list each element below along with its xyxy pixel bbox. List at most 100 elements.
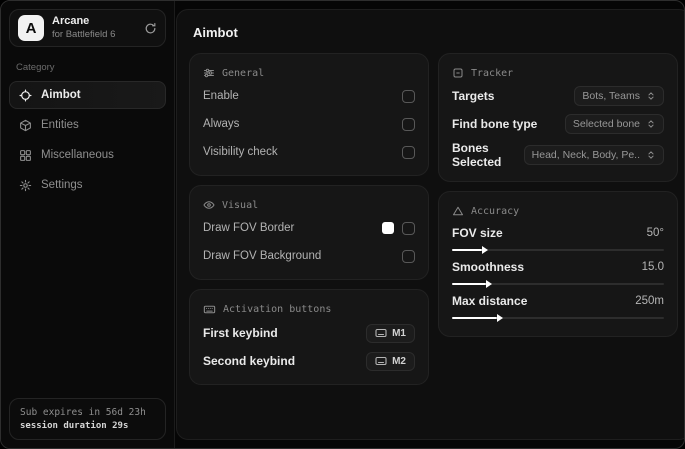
setting-label: Visibility check xyxy=(203,146,278,158)
keyboard-icon xyxy=(375,328,387,338)
activation-card-header: Activation buttons xyxy=(203,303,415,316)
right-column: Tracker Targets Bots, Teams Find bone ty… xyxy=(438,53,678,385)
slider-label: FOV size xyxy=(452,226,503,240)
sidebar-item-miscellaneous[interactable]: Miscellaneous xyxy=(9,141,166,169)
slider-label: Smoothness xyxy=(452,260,525,274)
setting-row-always: Always xyxy=(203,113,415,135)
tracker-card: Tracker Targets Bots, Teams Find bone ty… xyxy=(438,53,678,182)
triangle-icon xyxy=(452,205,464,217)
sidebar-nav: Aimbot Entities Miscellaneous Settings xyxy=(9,81,166,199)
sidebar: A Arcane for Battlefield 6 Category Aimb… xyxy=(1,1,175,448)
fov-border-color-swatch[interactable] xyxy=(382,222,394,234)
visibility-check-checkbox[interactable] xyxy=(402,145,415,159)
draw-fov-background-checkbox[interactable] xyxy=(402,249,415,263)
keybind-label: Second keybind xyxy=(203,354,296,368)
slider-fill xyxy=(452,314,502,322)
sidebar-item-entities[interactable]: Entities xyxy=(9,111,166,139)
keybind-value: M2 xyxy=(392,355,406,367)
sidebar-item-label: Miscellaneous xyxy=(41,149,114,161)
select-value: Selected bone xyxy=(572,118,640,130)
select-value: Head, Neck, Body, Pe.. xyxy=(531,149,640,161)
bones-selected-select[interactable]: Head, Neck, Body, Pe.. xyxy=(523,145,664,165)
subscription-status-card: Sub expires in 56d 23h session duration … xyxy=(9,398,166,440)
left-column: General Enable Always Visibility check V… xyxy=(189,53,429,385)
setting-label: Draw FOV Background xyxy=(203,250,322,262)
content-columns: General Enable Always Visibility check V… xyxy=(189,53,678,385)
app-logo: A xyxy=(18,15,44,41)
keybind-label: First keybind xyxy=(203,326,278,340)
always-checkbox[interactable] xyxy=(402,117,415,131)
category-label: Category xyxy=(16,62,55,73)
setting-label: Enable xyxy=(203,90,239,102)
page-title: Aimbot xyxy=(193,25,238,40)
targets-select[interactable]: Bots, Teams xyxy=(574,86,664,106)
app-window: A Arcane for Battlefield 6 Category Aimb… xyxy=(0,0,685,449)
fov-size-slider[interactable] xyxy=(452,246,664,254)
keyboard-icon xyxy=(375,356,387,366)
chevron-up-down-icon xyxy=(646,119,656,129)
sidebar-item-label: Settings xyxy=(41,179,83,191)
card-title: Tracker xyxy=(471,67,514,79)
visual-card: Visual Draw FOV Border Draw FOV Backgrou… xyxy=(189,185,429,280)
setting-row-draw-fov-border: Draw FOV Border xyxy=(203,217,415,239)
main-panel: Aimbot General Enable Always Visibility … xyxy=(176,9,684,440)
app-subtitle: for Battlefield 6 xyxy=(52,28,116,40)
card-title: Accuracy xyxy=(471,205,520,217)
draw-fov-border-checkbox[interactable] xyxy=(402,221,415,235)
cube-icon xyxy=(19,119,32,132)
tracker-row-targets: Targets Bots, Teams xyxy=(452,85,664,107)
slider-group-smoothness: Smoothness 15.0 xyxy=(452,260,664,288)
keyboard-icon xyxy=(203,303,216,316)
main-area: Aimbot General Enable Always Visibility … xyxy=(175,1,684,448)
find-bone-type-select[interactable]: Selected bone xyxy=(564,114,664,134)
crosshair-icon xyxy=(19,88,32,102)
app-logo-card: A Arcane for Battlefield 6 xyxy=(9,9,166,47)
slider-value: 50° xyxy=(646,227,664,239)
chevron-up-down-icon xyxy=(646,150,656,160)
keybind-value: M1 xyxy=(392,327,406,339)
select-value: Bots, Teams xyxy=(582,90,640,102)
slider-group-max-distance: Max distance 250m xyxy=(452,294,664,322)
accuracy-card: Accuracy FOV size 50° Smoothness 15.0 Ma… xyxy=(438,191,678,337)
smoothness-slider[interactable] xyxy=(452,280,664,288)
sliders-icon xyxy=(203,67,215,79)
setting-label: Always xyxy=(203,118,240,130)
keybind-row-second: Second keybind M2 xyxy=(203,350,415,372)
tracker-label: Bones Selected xyxy=(452,141,502,169)
sidebar-item-label: Aimbot xyxy=(41,89,81,101)
slider-fill xyxy=(452,246,488,254)
setting-row-draw-fov-background: Draw FOV Background xyxy=(203,245,415,267)
sidebar-item-settings[interactable]: Settings xyxy=(9,171,166,199)
card-title: Activation buttons xyxy=(223,304,332,315)
first-keybind-button[interactable]: M1 xyxy=(366,323,415,343)
gear-icon xyxy=(19,179,32,192)
general-card: General Enable Always Visibility check xyxy=(189,53,429,176)
slider-value: 15.0 xyxy=(641,261,664,273)
keybind-row-first: First keybind M1 xyxy=(203,322,415,344)
card-title: General xyxy=(222,67,265,79)
tracker-label: Targets xyxy=(452,89,495,103)
visual-card-header: Visual xyxy=(203,199,415,211)
app-title: Arcane xyxy=(52,15,90,28)
sidebar-item-label: Entities xyxy=(41,119,79,131)
eye-icon xyxy=(203,199,215,211)
second-keybind-button[interactable]: M2 xyxy=(366,351,415,371)
sync-icon[interactable] xyxy=(144,22,157,35)
slider-label: Max distance xyxy=(452,294,528,308)
tracker-row-find-bone-type: Find bone type Selected bone xyxy=(452,113,664,135)
setting-row-visibility-check: Visibility check xyxy=(203,141,415,163)
max-distance-slider[interactable] xyxy=(452,314,664,322)
enable-checkbox[interactable] xyxy=(402,89,415,103)
card-title: Visual xyxy=(222,199,259,211)
tracker-row-bones-selected: Bones Selected Head, Neck, Body, Pe.. xyxy=(452,141,664,169)
accuracy-card-header: Accuracy xyxy=(452,205,664,217)
session-duration-text: session duration 29s xyxy=(20,421,129,431)
general-card-header: General xyxy=(203,67,415,79)
sub-expires-text: Sub expires in 56d 23h xyxy=(20,407,146,418)
grid-icon xyxy=(19,149,32,162)
slider-value: 250m xyxy=(635,295,664,307)
activation-buttons-card: Activation buttons First keybind M1 Seco… xyxy=(189,289,429,385)
sidebar-item-aimbot[interactable]: Aimbot xyxy=(9,81,166,109)
setting-row-enable: Enable xyxy=(203,85,415,107)
tracker-card-header: Tracker xyxy=(452,67,664,79)
